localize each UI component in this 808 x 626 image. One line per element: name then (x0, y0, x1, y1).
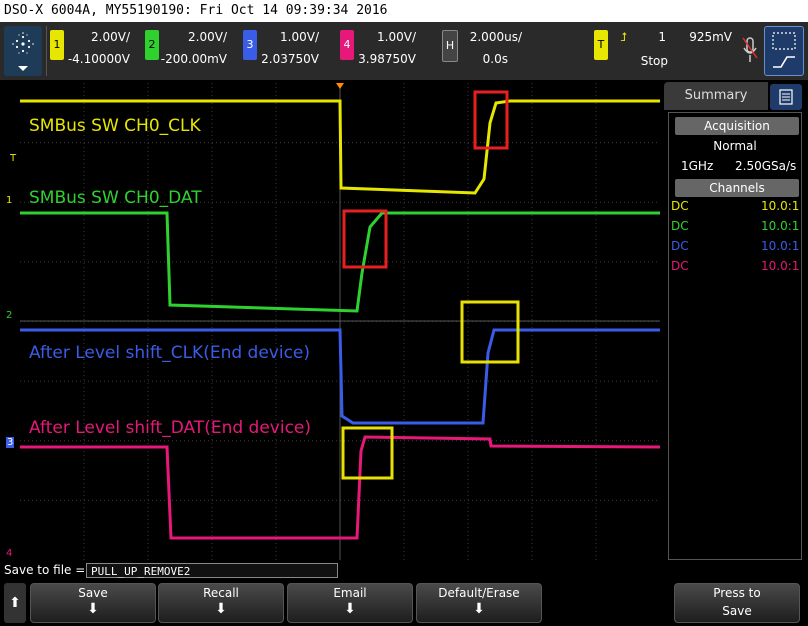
summary-panel: Summary Acquisition Normal 1GHz 2.50GSa/… (664, 82, 808, 560)
ch1-ground-marker[interactable]: 1 (6, 195, 12, 206)
scope-logo-button[interactable] (4, 26, 42, 76)
filename-field[interactable]: PULL_UP_REMOVE2 (86, 563, 338, 578)
horizontal-position[interactable]: 0.0s (460, 52, 508, 66)
acquisition-header: Acquisition (675, 117, 799, 135)
list-icon (779, 89, 793, 105)
summary-content: Acquisition Normal 1GHz 2.50GSa/s Channe… (668, 112, 802, 560)
horizontal-badge[interactable]: H (442, 30, 458, 62)
ch3-coupling: DC (671, 239, 689, 253)
ch4-coupling: DC (671, 259, 689, 273)
save-label: Save (78, 586, 108, 600)
channel-2-offset[interactable]: -200.00mV (150, 52, 227, 66)
default-erase-label: Default/Erase (438, 586, 520, 600)
sample-rate: 2.50GSa/s (735, 159, 797, 173)
ch2-coupling: DC (671, 219, 689, 233)
ch2-probe: 10.0:1 (761, 219, 800, 233)
arrow-down-icon: ⬇ (87, 601, 99, 617)
separator (46, 26, 47, 76)
menu-up-button[interactable]: ⬆ (4, 583, 26, 623)
trigger-edge-icon: ⮥ (620, 30, 628, 44)
touch-mode-button[interactable] (764, 26, 804, 76)
channel-1-scale[interactable]: 2.00V/ (66, 30, 130, 44)
trigger-source[interactable]: 1 (652, 30, 666, 44)
save-label: Save (722, 604, 752, 618)
press-to-label: Press to (713, 586, 761, 600)
waveform-display[interactable] (20, 83, 660, 560)
arrow-down-icon: ⬇ (215, 601, 227, 617)
email-label: Email (333, 586, 367, 600)
ch2-ground-marker[interactable]: 2 (6, 310, 12, 321)
ch1-coupling: DC (671, 199, 689, 213)
ch3-ground-marker[interactable]: 3 (6, 437, 15, 448)
bandwidth: 1GHz (681, 159, 714, 173)
default-erase-softkey[interactable]: Default/Erase ⬇ (416, 583, 542, 623)
microphone-icon[interactable] (742, 36, 758, 66)
recall-label: Recall (203, 586, 239, 600)
channels-header: Channels (675, 179, 799, 197)
save-softkey[interactable]: Save ⬇ (30, 583, 156, 623)
ch4-probe: 10.0:1 (761, 259, 800, 273)
horizontal-scale[interactable]: 2.000us/ (460, 30, 522, 44)
ch3-probe: 10.0:1 (761, 239, 800, 253)
channel-4-scale[interactable]: 1.00V/ (356, 30, 416, 44)
trigger-badge[interactable]: T (594, 30, 608, 60)
channel-2-scale[interactable]: 2.00V/ (161, 30, 227, 44)
recall-softkey[interactable]: Recall ⬇ (158, 583, 284, 623)
window-title: DSO-X 6004A, MY55190190: Fri Oct 14 09:3… (0, 0, 808, 22)
ch3-label: After Level shift_CLK(End device) (29, 343, 311, 363)
ch4-ground-marker[interactable]: 4 (6, 548, 12, 559)
acquisition-mode: Normal (713, 139, 757, 153)
softkey-bar: Save to file = PULL_UP_REMOVE2 ⬆ Save ⬇ … (0, 560, 808, 626)
ch4-label: After Level shift_DAT(End device) (29, 418, 312, 438)
arrow-up-icon: ⬆ (9, 595, 21, 611)
ch2-label: SMBus SW CH0_DAT (29, 188, 202, 208)
top-control-bar: 1 2.00V/ -4.10000V 2 2.00V/ -200.00mV 3 … (0, 22, 808, 80)
panel-menu-button[interactable] (770, 84, 802, 110)
channel-4-offset[interactable]: 3.98750V (346, 52, 416, 66)
arrow-down-icon: ⬇ (473, 601, 485, 617)
keysight-logo-icon (12, 32, 34, 71)
arrow-down-icon: ⬇ (344, 601, 356, 617)
channel-3-scale[interactable]: 1.00V/ (259, 30, 319, 44)
press-to-save-button[interactable]: Press to Save (674, 583, 800, 623)
trigger-level-marker[interactable]: T (10, 153, 16, 164)
ch1-probe: 10.0:1 (761, 199, 800, 213)
tab-summary[interactable]: Summary (664, 82, 768, 110)
run-status: Stop (640, 54, 668, 68)
channel-1-offset[interactable]: -4.10000V (56, 52, 130, 66)
email-softkey[interactable]: Email ⬇ (287, 583, 413, 623)
ch1-label: SMBus SW CH0_CLK (29, 116, 201, 136)
touch-icon (772, 32, 796, 68)
save-to-file-label: Save to file = (4, 563, 86, 577)
channel-3-offset[interactable]: 2.03750V (250, 52, 319, 66)
trigger-level[interactable]: 925mV (682, 30, 732, 44)
